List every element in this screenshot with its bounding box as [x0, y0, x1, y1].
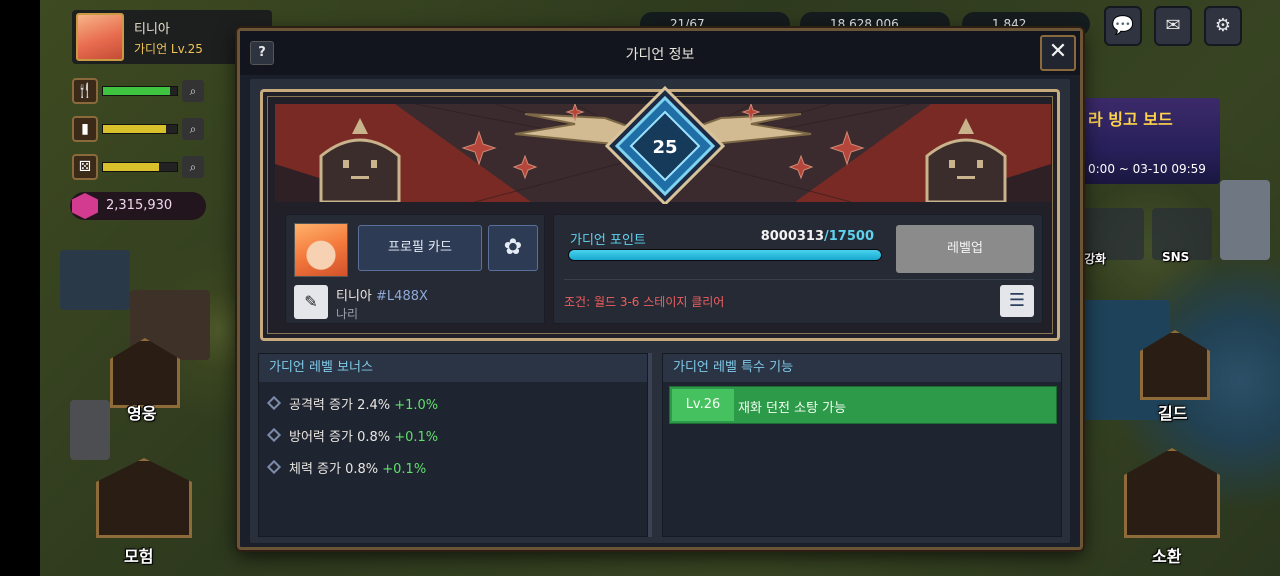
- level-bonus-section: 가디언 레벨 보너스 공격력 증가 2.4% +1.0% 방어력 증가 0.8%…: [258, 353, 648, 537]
- guardian-points-panel: 가디언 포인트 8000313/17500 레벨업 조건: 월드 3-6 스테이…: [553, 214, 1043, 324]
- guardian-portrait[interactable]: [294, 223, 348, 277]
- special-feature-text: 재화 던전 소탕 가능: [738, 401, 847, 416]
- menu-icon: ☰: [1008, 290, 1026, 311]
- special-level-badge: Lv.26: [672, 389, 734, 421]
- points-max: /17500: [824, 229, 874, 244]
- player-tag: #L488X: [376, 289, 428, 304]
- pencil-icon: ✎: [304, 292, 318, 311]
- profile-settings-button[interactable]: ✿: [488, 225, 538, 271]
- bonus-item: 방어력 증가 0.8% +0.1%: [266, 426, 439, 445]
- guardian-banner-frame: 25 프로필 카드 ✿ ✎ 티니아 #L488X 나리 가디언 포인트 8000…: [260, 85, 1060, 341]
- badge-level-text: 25: [652, 137, 677, 158]
- guardian-level-badge: 25: [604, 85, 726, 204]
- special-feature-row: Lv.26 재화 던전 소탕 가능: [669, 386, 1057, 424]
- close-button[interactable]: ✕: [1040, 35, 1076, 71]
- diamond-icon: [266, 459, 282, 475]
- points-value: 8000313/17500: [714, 229, 874, 244]
- dialog-title: 가디언 정보: [625, 47, 695, 63]
- bonus-item: 공격력 증가 2.4% +1.0%: [266, 394, 439, 413]
- level-bonus-title: 가디언 레벨 보너스: [259, 354, 647, 382]
- game-screen: 티니아 가디언 Lv.25 🍴 ⌕ ▮ ⌕ ⚄ ⌕ 2,315,930 21/6…: [0, 0, 1280, 576]
- profile-panel: 프로필 카드 ✿ ✎ 티니아 #L488X 나리: [285, 214, 545, 324]
- points-progress-fill: [569, 250, 881, 260]
- gear-icon: ✿: [503, 235, 523, 260]
- divider: [564, 279, 1034, 280]
- bonus-item: 체력 증가 0.8% +0.1%: [266, 458, 427, 477]
- guardian-title: 나리: [336, 307, 359, 321]
- bonus-text: 체력 증가 0.8%: [289, 462, 383, 477]
- guardian-info-dialog: ? 가디언 정보 ✕ 25 프로필 카드 ✿ ✎ 티니아 #L488X 나리 가…: [237, 28, 1083, 550]
- level-special-section: 가디언 레벨 특수 기능 Lv.26 재화 던전 소탕 가능: [662, 353, 1062, 537]
- points-progress-bar: [568, 249, 882, 261]
- bonus-plus: +1.0%: [394, 398, 439, 413]
- diamond-icon: [266, 395, 282, 411]
- scrollbar[interactable]: [648, 353, 652, 537]
- diamond-icon: [266, 427, 282, 443]
- bonus-plus: +0.1%: [394, 430, 439, 445]
- level-up-button[interactable]: 레벨업: [896, 225, 1034, 273]
- level-special-title: 가디언 레벨 특수 기능: [663, 354, 1061, 382]
- points-label: 가디언 포인트: [570, 233, 646, 248]
- profile-card-button[interactable]: 프로필 카드: [358, 225, 482, 271]
- close-icon: ✕: [1048, 39, 1068, 64]
- bonus-text: 공격력 증가 2.4%: [289, 398, 395, 413]
- condition-list-button[interactable]: ☰: [1000, 285, 1034, 317]
- points-current: 8000313: [760, 229, 825, 244]
- bonus-plus: +0.1%: [382, 462, 427, 477]
- nickname: 티니아 #L488X: [336, 285, 428, 304]
- edit-name-button[interactable]: ✎: [294, 285, 328, 319]
- level-up-condition: 조건: 월드 3-6 스테이지 클리어: [564, 295, 725, 309]
- bonus-text: 방어력 증가 0.8%: [289, 430, 395, 445]
- nickname-text: 티니아: [336, 289, 372, 304]
- dialog-body: 25 프로필 카드 ✿ ✎ 티니아 #L488X 나리 가디언 포인트 8000…: [250, 79, 1070, 543]
- dialog-header: ? 가디언 정보 ✕: [240, 31, 1080, 75]
